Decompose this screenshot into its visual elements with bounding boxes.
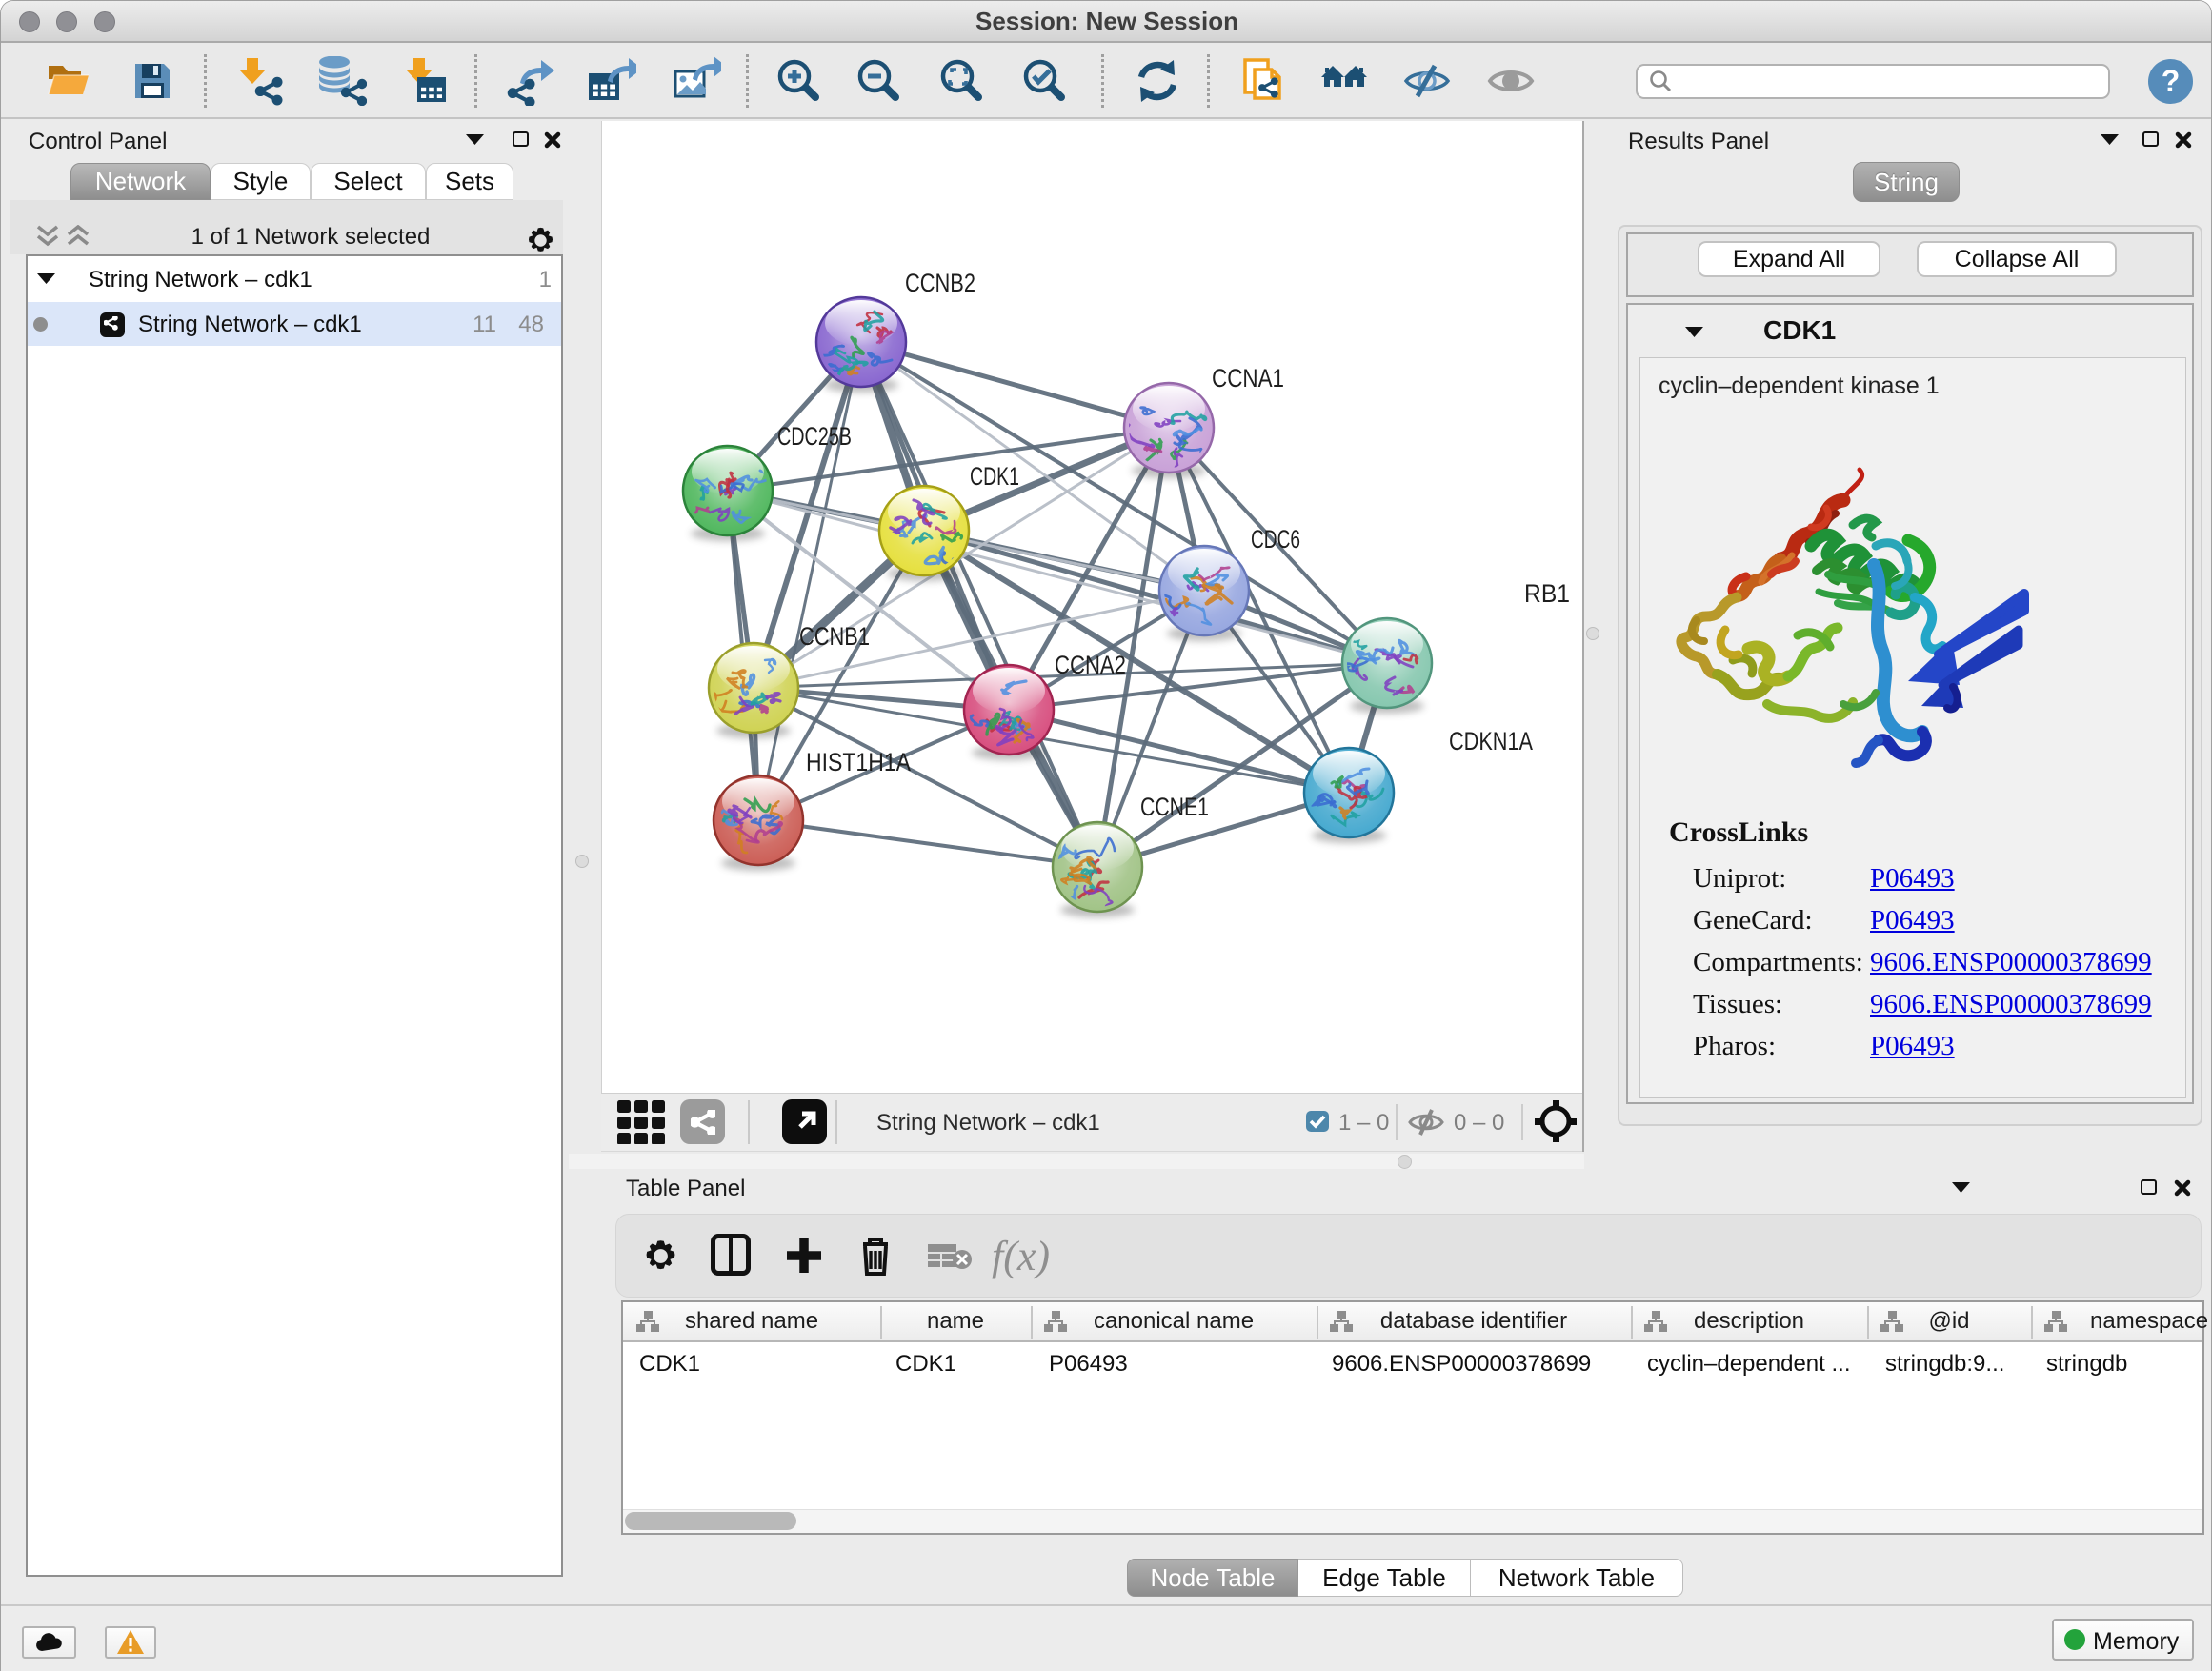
svg-text:HIST1H1A: HIST1H1A — [806, 748, 911, 776]
svg-text:CDC6: CDC6 — [1251, 525, 1300, 554]
svg-text:CDC25B: CDC25B — [777, 422, 852, 451]
svg-text:CCNB1: CCNB1 — [799, 622, 870, 651]
svg-text:RB1: RB1 — [1524, 579, 1570, 608]
svg-text:CDK1: CDK1 — [970, 462, 1019, 491]
svg-text:CCNA2: CCNA2 — [1055, 651, 1126, 679]
svg-text:CCNA1: CCNA1 — [1212, 364, 1284, 393]
svg-text:CCNE1: CCNE1 — [1140, 793, 1209, 821]
svg-text:CDKN1A: CDKN1A — [1449, 727, 1533, 755]
svg-text:CCNB2: CCNB2 — [905, 269, 975, 297]
